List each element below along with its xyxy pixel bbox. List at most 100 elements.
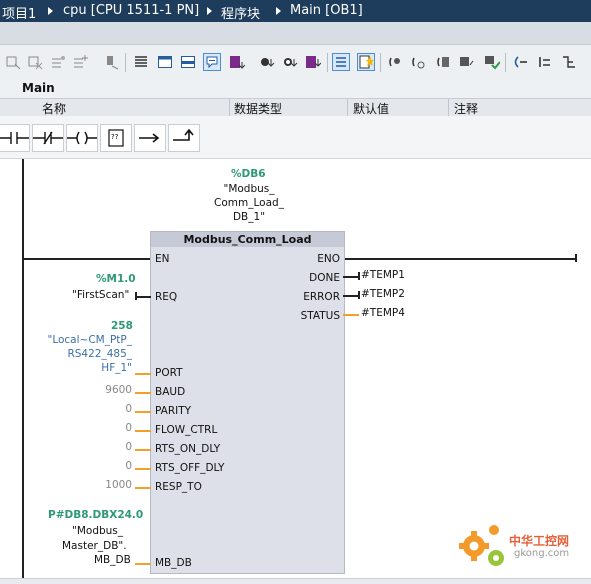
pin-en: EN (155, 253, 170, 265)
mb-db-wire (135, 563, 151, 565)
error-wire-end (358, 291, 360, 299)
pin-resp-to: RESP_TO (155, 481, 202, 493)
en-wire (24, 258, 151, 260)
flow-ctrl-value[interactable]: 0 (60, 422, 132, 434)
rts-on-dly-value[interactable]: 0 (60, 441, 132, 453)
go-to-previous-error-icon[interactable] (512, 54, 528, 70)
editor-toolbar (0, 45, 591, 81)
breadcrumb-device[interactable]: cpu [CPU 1511-1 PN] (63, 3, 199, 18)
open-all-networks-icon[interactable] (259, 54, 275, 70)
normally-open-contact-icon[interactable] (0, 124, 30, 152)
baud-value[interactable]: 9600 (60, 384, 132, 396)
close-all-networks-icon[interactable] (282, 54, 298, 70)
done-wire (343, 276, 359, 278)
baud-wire (135, 392, 151, 394)
network-view-icon[interactable] (332, 53, 350, 71)
block-interface-title: Main (22, 81, 55, 95)
req-wire (135, 296, 151, 298)
watermark-text: 中华工控网 (509, 534, 570, 548)
show-favorites-icon[interactable] (305, 54, 321, 70)
download-icon[interactable] (103, 54, 119, 70)
mb-db-symbol-line-3[interactable]: MB_DB (94, 554, 131, 566)
gear-logo-icon (459, 525, 504, 566)
delete-network-icon[interactable] (27, 54, 43, 70)
coil-icon[interactable] (66, 124, 98, 152)
close-branch-icon[interactable] (168, 124, 200, 152)
watermark-url: gkong.com (514, 548, 570, 559)
absolute-address-icon[interactable] (229, 54, 245, 70)
flow-ctrl-wire (135, 430, 151, 432)
chevron-right-icon (276, 7, 281, 15)
block-title: Modbus_Comm_Load (151, 232, 344, 247)
error-wire (343, 295, 359, 297)
normally-closed-contact-icon[interactable] (32, 124, 64, 152)
column-default-value[interactable]: 默认值 (353, 100, 389, 117)
insert-network-icon[interactable] (5, 54, 21, 70)
breadcrumb-block[interactable]: Main [OB1] (290, 3, 363, 18)
rts-off-dly-value[interactable]: 0 (60, 460, 132, 472)
comment-icon[interactable] (203, 53, 221, 71)
instance-db-symbol-line-2[interactable]: Comm_Load_ (199, 197, 299, 209)
call-structure-icon[interactable] (561, 54, 577, 70)
parity-value[interactable]: 0 (60, 403, 132, 415)
req-wire-end (135, 292, 137, 300)
eno-wire (343, 258, 576, 260)
req-symbol[interactable]: "FirstScan" (72, 289, 129, 301)
breadcrumb: 项目1 cpu [CPU 1511-1 PN] 程序块 Main [OB1] (0, 0, 591, 22)
split-view-icon[interactable] (180, 54, 196, 70)
error-output[interactable]: #TEMP2 (361, 288, 405, 300)
port-symbol-line-1[interactable]: "Local~CM_PtP_ (20, 334, 132, 346)
pin-error: ERROR (303, 291, 340, 303)
pin-done: DONE (309, 272, 340, 284)
resp-to-value[interactable]: 1000 (60, 479, 132, 491)
status-wire (343, 314, 359, 316)
pin-mb-db: MB_DB (155, 557, 192, 569)
instance-db-address[interactable]: %DB6 (231, 168, 266, 180)
monitor-on-icon[interactable] (387, 54, 403, 70)
mb-db-symbol-line-2[interactable]: Master_DB". (62, 540, 127, 552)
pin-eno: ENO (317, 253, 340, 265)
instance-db-symbol-line-1[interactable]: "Modbus_ (199, 183, 299, 195)
done-output[interactable]: #TEMP1 (361, 269, 405, 281)
modify-to-0-icon[interactable] (484, 54, 500, 70)
add-row-icon[interactable] (72, 54, 88, 70)
block-interface-header: Main (0, 80, 591, 98)
eno-wire-end (575, 254, 577, 262)
breadcrumb-program-blocks[interactable]: 程序块 (221, 3, 260, 22)
pin-rts-off-dly: RTS_OFF_DLY (155, 462, 225, 474)
go-to-next-error-icon[interactable] (537, 54, 553, 70)
pin-status: STATUS (300, 310, 340, 322)
window-icon[interactable] (157, 54, 173, 70)
insert-row-icon[interactable] (50, 54, 66, 70)
mb-db-symbol-line-1[interactable]: "Modbus_ (72, 525, 123, 537)
list-view-icon[interactable] (133, 54, 149, 70)
port-symbol-line-2[interactable]: RS422_485_ (20, 348, 132, 360)
column-name[interactable]: 名称 (42, 100, 66, 117)
pin-baud: BAUD (155, 386, 186, 398)
rts-off-dly-wire (135, 468, 151, 470)
column-comment[interactable]: 注释 (454, 100, 478, 117)
ladder-favorites-bar: ?? (0, 116, 591, 159)
port-wire (135, 373, 151, 375)
port-value[interactable]: 258 (111, 320, 133, 332)
modbus-comm-load-block[interactable]: Modbus_Comm_Load EN REQ PORT BAUD PARITY… (150, 231, 345, 574)
chevron-right-icon (207, 7, 212, 15)
mb-db-address[interactable]: P#DB8.DBX24.0 (48, 509, 143, 521)
empty-box-icon[interactable]: ?? (100, 124, 132, 152)
favorites-star-icon[interactable] (357, 53, 375, 71)
svg-text:??: ?? (111, 133, 119, 141)
req-address[interactable]: %M1.0 (96, 273, 136, 285)
modify-value-icon[interactable] (435, 54, 451, 70)
breadcrumb-project[interactable]: 项目1 (2, 3, 36, 22)
pin-port: PORT (155, 367, 183, 379)
column-data-type[interactable]: 数据类型 (234, 100, 282, 117)
status-output[interactable]: #TEMP4 (361, 307, 405, 319)
open-branch-icon[interactable] (134, 124, 166, 152)
resp-to-wire (135, 487, 151, 489)
monitor-off-icon[interactable] (410, 54, 426, 70)
parity-wire (135, 411, 151, 413)
modify-to-1-icon[interactable] (459, 54, 475, 70)
instance-db-symbol-line-3[interactable]: DB_1" (199, 211, 299, 223)
port-symbol-line-3[interactable]: HF_1" (20, 362, 132, 374)
editor-tab-strip (0, 22, 591, 45)
